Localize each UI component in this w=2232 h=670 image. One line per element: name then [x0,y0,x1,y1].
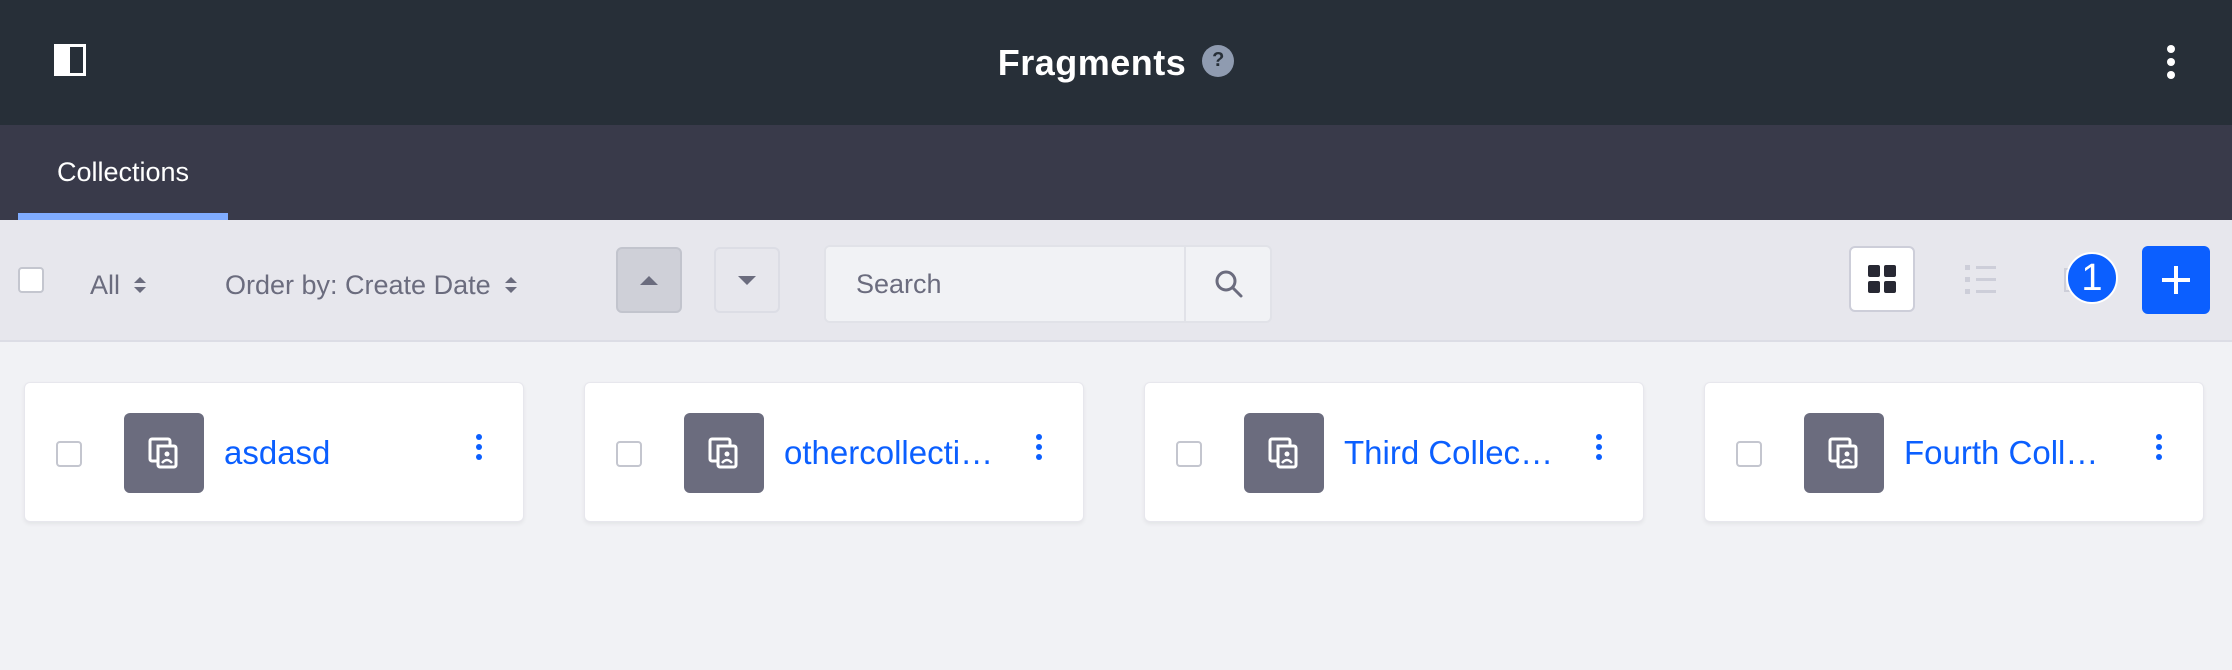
cards-view-button[interactable] [1849,246,1915,312]
collection-name[interactable]: Third Collection [1344,431,1554,475]
sort-ascending-button[interactable] [616,247,682,313]
search-form [824,245,1272,323]
order-label: Order by: Create Date [225,269,491,300]
card-checkbox[interactable] [616,441,642,467]
card-menu-icon[interactable] [1589,429,1609,465]
search-input[interactable] [826,247,1184,321]
collection-sticker [124,413,204,493]
page-title: Fragments [997,41,1187,83]
documents-icon [148,437,178,469]
collection-name[interactable]: asdasd [224,431,434,475]
collection-sticker [1244,413,1324,493]
collection-sticker [684,413,764,493]
card-menu-icon[interactable] [1029,429,1049,465]
header-menu-icon[interactable] [2156,40,2186,84]
caret-double-icon [504,277,517,293]
filter-dropdown[interactable]: All [90,265,147,305]
documents-icon [1268,437,1298,469]
collection-name[interactable]: othercollection [784,431,994,475]
filter-label: All [90,269,121,300]
collection-card[interactable]: Third Collection [1144,382,1644,522]
search-button[interactable] [1184,247,1270,321]
card-checkbox[interactable] [1736,441,1762,467]
add-button[interactable] [2142,246,2210,314]
list-view-button[interactable] [1947,246,2013,312]
collection-card[interactable]: asdasd [24,382,524,522]
collection-card[interactable]: Fourth Collection [1704,382,2204,522]
caret-top-icon [640,275,658,285]
app-header: Fragments ? [0,0,2232,125]
caret-double-icon [134,277,147,293]
title-wrap: Fragments ? [0,0,2232,125]
caret-bottom-icon [738,275,756,285]
navigation-bar: Collections [0,125,2232,220]
help-icon[interactable]: ? [1202,44,1235,77]
select-all-checkbox[interactable] [18,267,44,293]
documents-icon [1828,437,1858,469]
collection-sticker [1804,413,1884,493]
management-toolbar: All Order by: Create Date [0,220,2232,342]
card-checkbox[interactable] [1176,441,1202,467]
card-menu-icon[interactable] [2149,429,2169,465]
order-by-dropdown[interactable]: Order by: Create Date [225,265,517,305]
card-checkbox[interactable] [56,441,82,467]
card-menu-icon[interactable] [469,429,489,465]
notification-badge: 1 [2066,252,2118,304]
collection-card[interactable]: othercollection [584,382,1084,522]
collection-name[interactable]: Fourth Collection [1904,431,2114,475]
list-icon [1965,264,2013,270]
cards-icon [1868,265,1880,277]
search-icon [1215,270,1243,298]
active-tab-indicator [18,213,228,220]
sort-descending-button[interactable] [714,247,780,313]
tab-collections[interactable]: Collections [18,125,228,220]
documents-icon [708,437,738,469]
